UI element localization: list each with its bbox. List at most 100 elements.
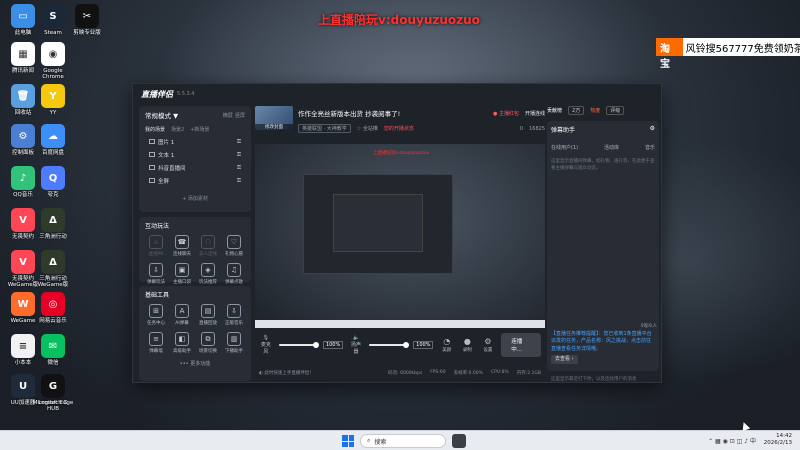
tool-button[interactable]: ◈ 玩法推荐	[195, 263, 221, 285]
mic-volume-slider[interactable]	[278, 342, 319, 348]
basic-tools-panel: 基础工具 ⊞ 任务中心 A AI弹幕 ▤ 直播回放 ⇩ 正版音乐 ≡ 弹幕墙 ◧ 高级助手 ⧉ 场景切换 ▥…	[139, 286, 251, 381]
tool-button[interactable]: ☎ 连线聊天	[169, 235, 195, 257]
taskbar-app-companion[interactable]	[452, 434, 466, 448]
settings-icon[interactable]: ⚙	[650, 125, 655, 134]
mode-dropdown[interactable]: 常规模式 ▼	[145, 110, 178, 120]
start-link-button[interactable]: 开播连线	[525, 110, 545, 117]
desktop-icon-label: 剪映专业版	[73, 30, 101, 36]
tool-icon: ☎	[175, 235, 189, 249]
clock-time: 14:42	[776, 433, 792, 439]
live-companion-window: 直播伴侣 5.5.3.4 常规模式 ▼ 横屏 竖屏 我的场景 场景2 +新场景 …	[132, 83, 662, 383]
quick-start-tip[interactable]: ◐ 此时快速上手直播伴侣!	[259, 370, 311, 376]
speaker-icon: 🔈	[352, 335, 360, 341]
source-item[interactable]: 全屏 ⚿	[145, 177, 245, 185]
tool-button[interactable]: A AI弹幕	[169, 304, 195, 326]
window-header: 直播伴侣 5.5.3.4	[133, 84, 663, 104]
tab-heat[interactable]: 热度	[590, 107, 600, 114]
lock-icon[interactable]: ⚿	[237, 152, 241, 159]
settings-button[interactable]: ⚙ 设置	[481, 337, 496, 353]
record-button[interactable]: ● 录制	[460, 337, 475, 353]
speaker-volume-slider[interactable]	[368, 342, 410, 348]
promo-overlay-text: 上直播陪玩v:douyuzuozuo	[318, 13, 480, 27]
red-packet-button[interactable]: ● 主播红包	[493, 110, 519, 117]
desktop-icon[interactable]: Q 夸克	[32, 166, 74, 198]
tool-label: 主播口袋	[173, 280, 191, 285]
cover-image[interactable]: 修改封面	[255, 106, 293, 130]
source-item[interactable]: 文本 1 ⚿	[145, 151, 245, 159]
audio-controls: 🎙 麦克风 100% 🔈 扬声器 100% ◔ 美颜 ● 录制 ⚙ 设置 连播中...	[255, 332, 545, 358]
go-live-button[interactable]: 连播中...	[501, 333, 541, 357]
search-label: 搜索	[374, 438, 387, 446]
gear-icon: ⚙	[484, 337, 492, 346]
source-item[interactable]: 抖音直播间 ⚿	[145, 164, 245, 172]
image-icon	[149, 139, 155, 144]
mic-control[interactable]: 🎙 麦克风	[259, 335, 273, 355]
tab-online-users[interactable]: 在线用户(1)	[551, 144, 578, 151]
start-button[interactable]	[342, 435, 354, 447]
rank-tabs: 贡献榜 2万 热度 评级	[547, 104, 659, 121]
category-tag[interactable]: 英雄联盟 · 大神教学	[298, 124, 351, 133]
lock-icon[interactable]: ⚿	[237, 139, 241, 146]
tab-count[interactable]: 2万	[568, 106, 585, 115]
desktop-icon-label: 网易云音乐	[39, 318, 67, 324]
tool-button[interactable]: ◧ 高级助手	[169, 332, 195, 354]
pin-button[interactable]: ☆ 全站推	[357, 125, 378, 132]
system-tray[interactable]: ⌃ ▦ ◉ ⊡ ◫ ♪ 中	[708, 436, 756, 445]
lock-icon[interactable]: ⚿	[237, 178, 241, 185]
tool-button[interactable]: ⊞ 任务中心	[143, 304, 169, 326]
tool-button[interactable]: ≡ 弹幕墙	[143, 332, 169, 354]
tool-button[interactable]: ⇩ 正版音乐	[221, 304, 247, 326]
lock-icon[interactable]: ⚿	[237, 165, 241, 172]
desktop-icon[interactable]: Δ 三角洲行动 WeGame版	[32, 250, 74, 288]
beauty-button[interactable]: ◔ 美颜	[439, 337, 454, 353]
tool-button[interactable]: ♫ 弹幕点歌	[221, 263, 247, 285]
desktop-icon[interactable]: Δ 三角洲行动	[32, 208, 74, 240]
scene-tab[interactable]: +新场景	[190, 126, 209, 133]
tool-icon: ▣	[175, 263, 189, 277]
desktop-icon[interactable]: ◉ Google Chrome	[32, 42, 74, 80]
slider-knob[interactable]	[403, 342, 410, 348]
stream-preview[interactable]: 上直播陪玩v:douyuzuozuo	[255, 144, 545, 328]
search-input[interactable]: ⌕ 搜索	[360, 434, 446, 448]
tool-button[interactable]: ⇩ 弹幕玩法	[143, 263, 169, 285]
tab-rating[interactable]: 评级	[606, 106, 625, 115]
tool-button[interactable]: ♡ 礼物心愿	[221, 235, 247, 257]
more-features-button[interactable]: ••• 更多功能	[139, 360, 251, 367]
desktop-icon[interactable]: ☁ 百度网盘	[32, 124, 74, 156]
tab-activity[interactable]: 活动库	[604, 144, 619, 151]
speaker-control[interactable]: 🔈 扬声器	[349, 335, 363, 355]
portrait-option[interactable]: 竖屏	[235, 113, 245, 119]
tool-button[interactable]: ⚔ 连线PK	[143, 235, 169, 257]
app-icon: Δ	[41, 250, 65, 274]
slider-knob[interactable]	[312, 342, 319, 348]
tab-music[interactable]: 音乐	[645, 144, 655, 151]
taobao-banner: 淘宝 风铃搜567777免费领奶茶	[656, 38, 800, 70]
desktop-icon[interactable]: ◎ 网易云音乐	[32, 292, 74, 324]
status-item: CPU:8%	[490, 370, 509, 375]
danmaku-title: 弹幕助手	[551, 127, 576, 134]
app-icon: Y	[41, 84, 65, 108]
tool-button[interactable]: ▤ 直播回放	[195, 304, 221, 326]
scene-tab[interactable]: 场景2	[171, 126, 184, 133]
tool-icon: ≡	[149, 332, 163, 346]
clock[interactable]: 14:42 2026/2/13	[764, 433, 792, 447]
tool-button[interactable]: ⚇ 多人连线	[195, 235, 221, 257]
view-task-button[interactable]: 去查看 ›	[551, 354, 578, 364]
desktop-icon[interactable]: G Logitech G HUB	[32, 374, 74, 412]
add-source-button[interactable]: + 添加素材	[145, 195, 245, 202]
danmaku-hint: 这里显示直播间弹幕，如礼物、送礼等，在此便于查看主播弹幕与观众动态。	[551, 159, 655, 171]
status-bar: ◐ 此时快速上手直播伴侣! 码流: 6000kbps FPS:60 丢帧率:0.…	[255, 366, 545, 380]
tool-button[interactable]: ⧉ 场景切换	[195, 332, 221, 354]
desktop-icon[interactable]: Y YY	[32, 84, 74, 116]
scene-tab[interactable]: 我的场景	[145, 126, 165, 133]
desktop-icon[interactable]: ✂ 剪映专业版	[66, 4, 108, 36]
source-item[interactable]: 图片 1 ⚿	[145, 138, 245, 146]
tool-button[interactable]: ▥ 下播助手	[221, 332, 247, 354]
landscape-option[interactable]: 横屏	[223, 113, 233, 119]
tool-icon: A	[175, 304, 189, 318]
tool-button[interactable]: ▣ 主播口袋	[169, 263, 195, 285]
tab-contribution[interactable]: 贡献榜	[547, 107, 562, 114]
search-icon: ⌕	[367, 437, 371, 444]
tool-label: 礼物心愿	[225, 252, 243, 257]
desktop-icon[interactable]: ✉ 微信	[32, 334, 74, 366]
